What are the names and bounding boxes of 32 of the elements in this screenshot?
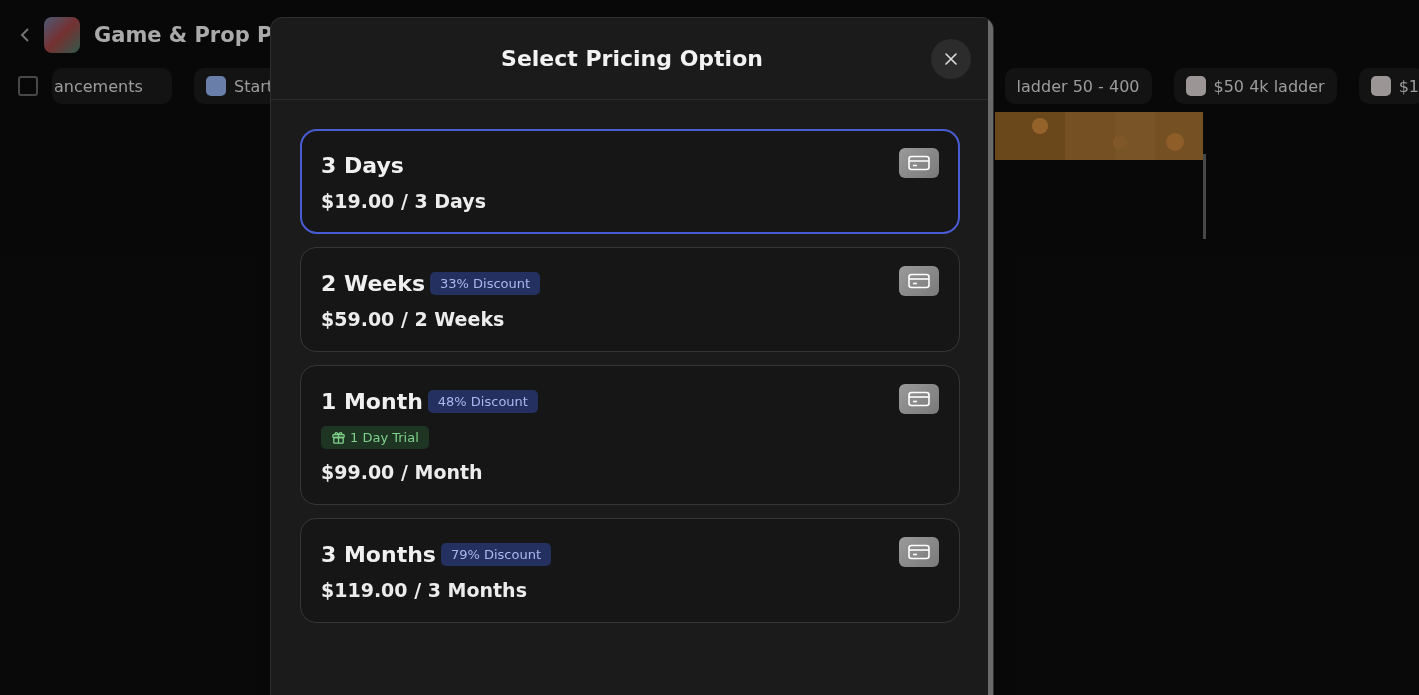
pricing-option[interactable]: 2 Weeks 33% Discount $59.00 / 2 Weeks xyxy=(300,247,960,352)
logo-icon xyxy=(44,17,80,53)
plan-name: 3 Months xyxy=(321,542,436,567)
pricing-option[interactable]: 1 Month 48% Discount 1 Day Trial $99.00 / Month xyxy=(300,365,960,505)
plan-name: 1 Month xyxy=(321,389,423,414)
gift-icon xyxy=(331,430,346,445)
pricing-option[interactable]: 3 Days $19.00 / 3 Days xyxy=(300,129,960,234)
channel-tab[interactable]: $50 4k ladder xyxy=(1173,68,1337,104)
channel-tab[interactable]: ladder 50 - 400 xyxy=(1004,68,1152,104)
channel-tab[interactable]: ancements xyxy=(52,68,172,104)
trial-badge: 1 Day Trial xyxy=(321,426,429,449)
channel-tab[interactable]: $1 xyxy=(1358,68,1419,104)
discount-badge: 33% Discount xyxy=(430,272,541,295)
card-payment-icon xyxy=(899,266,939,296)
close-icon xyxy=(944,52,958,66)
back-icon[interactable] xyxy=(20,27,30,43)
plan-price: $59.00 / 2 Weeks xyxy=(321,308,506,330)
grid-icon[interactable] xyxy=(18,76,38,96)
plan-name: 2 Weeks xyxy=(321,271,426,296)
plan-price: $99.00 / Month xyxy=(321,461,484,483)
discount-badge: 48% Discount xyxy=(427,390,538,413)
card-payment-icon xyxy=(899,148,939,178)
plan-name: 3 Days xyxy=(321,153,404,178)
page-title: Game & Prop P xyxy=(94,23,273,47)
close-button[interactable] xyxy=(931,39,971,79)
dialog-title: Select Pricing Option xyxy=(501,46,763,71)
pricing-option[interactable]: 3 Months 79% Discount $119.00 / 3 Months xyxy=(300,518,960,623)
discount-badge: 79% Discount xyxy=(440,543,552,566)
card-payment-icon xyxy=(899,384,939,414)
plan-price: $119.00 / 3 Months xyxy=(321,579,528,601)
plan-price: $19.00 / 3 Days xyxy=(321,190,488,212)
card-payment-icon xyxy=(899,537,939,567)
